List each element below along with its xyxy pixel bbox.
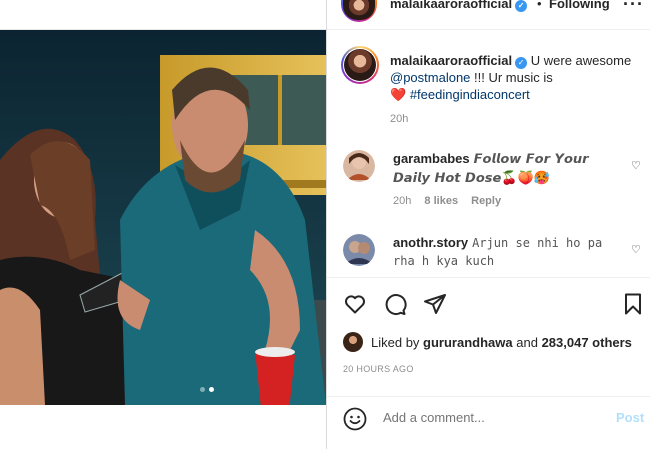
carousel-dot [200, 387, 205, 392]
share-send-icon[interactable] [423, 292, 447, 316]
caption-time[interactable]: 20h [390, 113, 408, 125]
mention-link[interactable]: @postmalone [390, 70, 470, 85]
carousel-dot-active [209, 387, 214, 392]
header-separator: • [537, 0, 542, 11]
likes-and: and [516, 334, 538, 350]
header-avatar[interactable] [341, 0, 377, 22]
comment-avatar[interactable] [343, 150, 375, 182]
comment-likes[interactable]: 8 likes [424, 195, 458, 207]
comment-bubble-icon[interactable] [383, 292, 407, 316]
comment-text: anothr.story Arjun se nhi ho pa rha h kya… [393, 234, 628, 270]
comment-like-icon[interactable]: ♡ [631, 243, 641, 256]
liker-avatar[interactable] [343, 332, 363, 352]
comment-like-icon[interactable]: ♡ [631, 159, 641, 172]
likes-summary: Liked by gururandhawa and 283,047 others [343, 332, 632, 352]
heart-emoji: ❤️ [390, 87, 407, 102]
following-button[interactable]: Following [549, 0, 610, 11]
caption-text: U were awesome [530, 53, 632, 68]
emoji-picker-icon[interactable] [343, 407, 367, 431]
avatar-image [344, 49, 376, 81]
post-panel: malaikaaroraofficial ✓ • Following ··· ma… [326, 0, 650, 449]
username-text[interactable]: malaikaaroraofficial [390, 0, 512, 11]
action-bar [327, 277, 650, 325]
add-comment-input[interactable] [383, 410, 603, 425]
likes-count[interactable]: 283,047 others [542, 335, 632, 350]
hashtag-link[interactable]: #feedingindiaconcert [410, 87, 530, 102]
comment-emojis: 🍒🍑🥵 [501, 170, 550, 185]
media-bottom-bar [0, 405, 326, 449]
carousel-indicator [200, 387, 214, 392]
comment-time[interactable]: 20h [393, 195, 411, 207]
comment-avatar[interactable] [343, 234, 375, 266]
caption-text: !!! Ur music is [474, 70, 553, 85]
media-area [0, 0, 326, 449]
bookmark-save-icon[interactable] [621, 292, 645, 316]
comment-text: garambabes 𝙁𝙤𝙡𝙡𝙤𝙬 𝙁𝙤𝙧 𝙔𝙤𝙪𝙧 𝘿𝙖𝙞𝙡𝙮 𝙃𝙤𝙩 𝘿𝙤𝙨𝙚… [393, 150, 628, 188]
post-caption: malaikaaroraofficial ✓ U were awesome @po… [390, 52, 635, 103]
post-timestamp[interactable]: 20 HOURS AGO [343, 364, 414, 374]
comment-username[interactable]: garambabes [393, 151, 470, 166]
comment-username[interactable]: anothr.story [393, 235, 468, 250]
avatar-image [343, 0, 375, 20]
header-username[interactable]: malaikaaroraofficial ✓ [390, 0, 528, 12]
post-header: malaikaaroraofficial ✓ • Following ··· [327, 0, 650, 30]
media-top-bar [0, 0, 326, 30]
reply-button[interactable]: Reply [471, 195, 501, 207]
add-comment-bar: Post [327, 396, 650, 440]
post-photo[interactable] [0, 30, 326, 405]
liker-username[interactable]: gururandhawa [423, 335, 513, 350]
comment-meta: 20h 8 likes Reply [393, 195, 511, 207]
more-options-icon[interactable]: ··· [623, 0, 644, 15]
verified-icon: ✓ [515, 0, 528, 12]
caption-username[interactable]: malaikaaroraofficial [390, 53, 512, 68]
post-comment-button[interactable]: Post [616, 410, 644, 425]
caption-avatar[interactable] [341, 46, 379, 84]
likes-prefix: Liked by [371, 334, 420, 350]
photo-illustration [0, 30, 326, 405]
verified-icon: ✓ [515, 57, 528, 69]
like-heart-icon[interactable] [343, 292, 367, 316]
